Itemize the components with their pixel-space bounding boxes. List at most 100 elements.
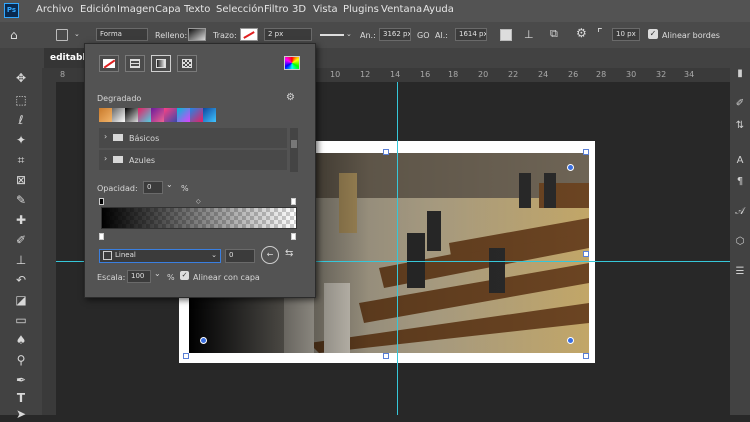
gradient-preset-swatch[interactable] [203, 108, 216, 122]
properties-sliders-icon[interactable]: ☰ [734, 266, 746, 278]
home-icon[interactable]: ⌂ [10, 28, 18, 42]
vertical-guide[interactable] [397, 82, 398, 415]
gradient-tool-icon[interactable]: ▭ [13, 312, 29, 328]
width-input[interactable]: 3162 px [379, 28, 411, 41]
menu-edicion[interactable]: Edición [80, 4, 116, 15]
midpoint-diamond-icon[interactable]: ◇ [196, 198, 201, 205]
presets-scrollbar[interactable] [290, 128, 298, 172]
path-operations-icon[interactable] [500, 29, 512, 41]
layers-panel-icon[interactable]: ▮ [734, 68, 746, 80]
preset-folder-basicos[interactable]: › Básicos [99, 128, 287, 148]
clone-stamp-tool-icon[interactable]: ⊥ [13, 252, 29, 268]
angle-input[interactable]: 0 [225, 249, 255, 263]
brush-tool-icon[interactable]: ✐ [13, 232, 29, 248]
history-brush-tool-icon[interactable]: ↶ [13, 272, 29, 288]
type-tool-icon[interactable]: T [13, 390, 29, 406]
3d-cube-icon[interactable]: ⬡ [734, 236, 746, 248]
reverse-gradient-icon[interactable]: ⇆ [285, 248, 293, 259]
path-arrangement-icon[interactable]: ⧉ [550, 27, 558, 41]
corner-radius-input[interactable]: 10 px [612, 28, 640, 41]
scrollbar-thumb[interactable] [291, 140, 297, 148]
chevron-down-icon[interactable]: ⌄ [74, 30, 80, 38]
menu-imagen[interactable]: Imagen [117, 4, 155, 15]
eyedropper-tool-icon[interactable]: ✎ [13, 192, 29, 208]
chevron-down-icon[interactable]: ⌄ [154, 269, 161, 278]
gradient-button[interactable] [151, 55, 171, 72]
pattern-button[interactable] [177, 55, 197, 72]
path-selection-tool-icon[interactable]: ➤ [13, 406, 29, 422]
gear-icon[interactable]: ⚙ [286, 92, 295, 103]
height-input[interactable]: 1614 px [455, 28, 487, 41]
color-stop-right[interactable] [291, 233, 296, 240]
shape-tool-preset-icon[interactable] [56, 29, 68, 41]
opacity-stop-right[interactable] [291, 198, 296, 205]
character-panel-icon[interactable]: A [734, 155, 746, 167]
gradient-type-select[interactable]: Lineal ⌄ [99, 249, 221, 263]
corner-radius-widget[interactable] [567, 337, 574, 344]
adjustments-icon[interactable]: ⇅ [734, 120, 746, 132]
stroke-style-line[interactable] [320, 34, 344, 36]
menu-ayuda[interactable]: Ayuda [423, 4, 454, 15]
stroke-swatch[interactable] [240, 28, 258, 41]
document-tab[interactable]: editable [44, 48, 92, 68]
menu-vista[interactable]: Vista [313, 4, 338, 15]
chevron-down-icon[interactable]: ⌄ [211, 250, 217, 261]
crop-tool-icon[interactable]: ⌗ [13, 152, 29, 168]
healing-brush-tool-icon[interactable]: ✚ [13, 212, 29, 228]
lasso-tool-icon[interactable]: ℓ [13, 112, 29, 128]
gradient-preset-swatch[interactable] [125, 108, 138, 122]
gradient-preset-swatch[interactable] [99, 108, 112, 122]
color-stop-left[interactable] [99, 233, 104, 240]
transform-handle-bottom[interactable] [383, 353, 389, 359]
transform-handle-bottom-left[interactable] [183, 353, 189, 359]
transform-handle-bottom-right[interactable] [583, 353, 589, 359]
gradient-preview-bar[interactable] [101, 207, 297, 229]
magic-wand-tool-icon[interactable]: ✦ [13, 132, 29, 148]
menu-seleccion[interactable]: Selección [216, 4, 264, 15]
stroke-width-input[interactable]: 2 px [264, 28, 312, 41]
corner-radius-widget[interactable] [200, 337, 207, 344]
corner-radius-widget[interactable] [567, 164, 574, 171]
no-color-button[interactable] [99, 55, 119, 72]
menu-texto[interactable]: Texto [184, 4, 210, 15]
brush-settings-icon[interactable]: ✐ [734, 98, 746, 110]
marquee-tool-icon[interactable]: ⬚ [13, 92, 29, 108]
preset-folder-azules[interactable]: › Azules [99, 150, 287, 170]
link-icon[interactable]: GO [417, 31, 430, 40]
chevron-right-icon[interactable]: › [104, 154, 107, 163]
pin-icon[interactable]: ¶ [734, 176, 746, 188]
align-with-layer-checkbox[interactable]: ✓ [180, 271, 189, 280]
transform-handle-right[interactable] [583, 251, 589, 257]
gradient-preset-swatch[interactable] [138, 108, 151, 122]
chevron-down-icon[interactable]: ⌄ [346, 30, 352, 38]
path-alignment-icon[interactable]: ⊥ [524, 28, 534, 41]
dodge-tool-icon[interactable]: ⚲ [13, 352, 29, 368]
opacity-stop-left[interactable] [99, 198, 104, 205]
gradient-preset-swatch[interactable] [151, 108, 164, 122]
chevron-right-icon[interactable]: › [104, 132, 107, 141]
angle-dial-icon[interactable]: ← [261, 246, 279, 264]
gradient-preset-swatch[interactable] [190, 108, 203, 122]
scale-input[interactable]: 100 [127, 270, 151, 283]
menu-3d[interactable]: 3D [292, 4, 306, 15]
menu-capa[interactable]: Capa [155, 4, 181, 15]
eraser-tool-icon[interactable]: ◪ [13, 292, 29, 308]
frame-tool-icon[interactable]: ⊠ [13, 172, 29, 188]
align-edges-checkbox[interactable]: ✓ [648, 29, 658, 39]
menu-plugins[interactable]: Plugins [343, 4, 379, 15]
gradient-preset-swatch[interactable] [177, 108, 190, 122]
color-picker-icon[interactable] [284, 56, 300, 70]
move-tool-icon[interactable]: ✥ [13, 70, 29, 86]
menu-ventana[interactable]: Ventana [381, 4, 422, 15]
glyphs-icon[interactable]: 𝒜 [734, 206, 746, 218]
shape-mode-select[interactable]: Forma [96, 28, 148, 41]
transform-handle-top-right[interactable] [583, 149, 589, 155]
gear-icon[interactable]: ⚙ [576, 26, 587, 40]
solid-color-button[interactable] [125, 55, 145, 72]
blur-tool-icon[interactable]: ♠ [13, 332, 29, 348]
pen-tool-icon[interactable]: ✒ [13, 372, 29, 388]
gradient-preset-swatch[interactable] [112, 108, 125, 122]
menu-filtro[interactable]: Filtro [264, 4, 289, 15]
fill-swatch[interactable] [188, 28, 206, 41]
chevron-down-icon[interactable]: ⌄ [166, 180, 173, 189]
